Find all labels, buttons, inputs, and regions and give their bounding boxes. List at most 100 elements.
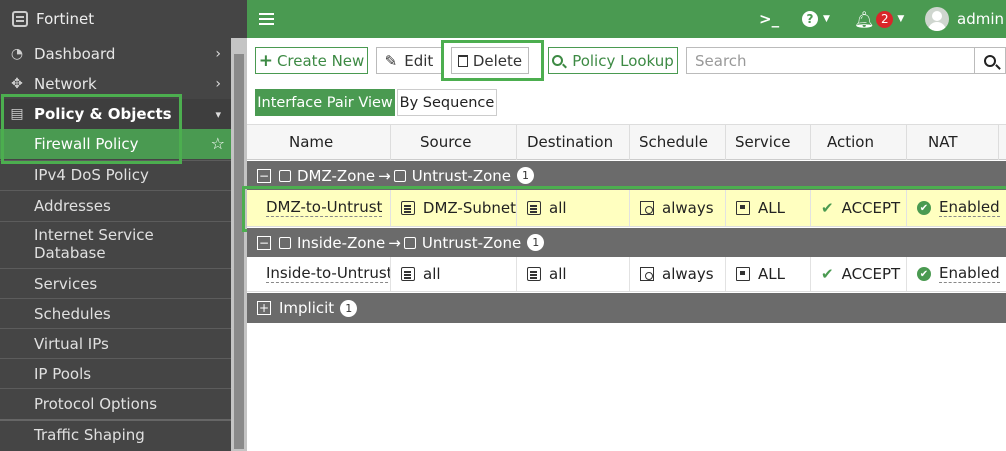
user-menu[interactable]: admin ▼: [925, 0, 1006, 38]
destination-cell[interactable]: all: [517, 257, 630, 291]
divider: [0, 358, 231, 359]
address-icon: [527, 201, 541, 215]
checkmark-icon: ✔: [821, 199, 834, 217]
source-cell[interactable]: all: [391, 257, 517, 291]
pencil-icon: ✎: [384, 51, 398, 70]
sidebar-item-network[interactable]: ✥ Network ›: [0, 70, 231, 98]
address-icon: [401, 267, 415, 281]
group-count-badge: 1: [527, 234, 545, 251]
table-header: Name Source Destination Schedule Service…: [247, 124, 1006, 160]
group-to-zone: Untrust-Zone: [421, 233, 522, 252]
service-value: ALL: [758, 265, 785, 283]
action-cell[interactable]: ✔ ACCEPT: [811, 257, 907, 291]
policy-name-cell[interactable]: DMZ-to-Untrust: [247, 190, 391, 226]
delete-button[interactable]: Delete: [451, 47, 529, 74]
column-header-name[interactable]: Name: [247, 125, 391, 160]
policy-name: Inside-to-Untrust: [266, 264, 391, 283]
column-header-schedule[interactable]: Schedule: [630, 125, 726, 160]
service-cell[interactable]: ALL: [726, 190, 811, 226]
cli-console-icon[interactable]: >_: [759, 0, 779, 38]
group-header-dmz-untrust[interactable]: − DMZ-Zone → Untrust-Zone 1: [247, 161, 1006, 190]
sidebar-item-dashboard[interactable]: ◔ Dashboard ›: [0, 40, 231, 68]
sidebar-subitem-services[interactable]: Services: [0, 271, 231, 297]
policy-name-cell[interactable]: Inside-to-Untrust: [247, 257, 391, 291]
sidebar-subitem-virtual-ips[interactable]: Virtual IPs: [0, 331, 231, 357]
destination-value: all: [549, 199, 567, 217]
group-count-badge: 1: [517, 167, 535, 184]
sidebar: Fortinet ◔ Dashboard › ✥ Network › ▤ Pol…: [0, 0, 247, 451]
source-value: DMZ-Subnet: [422, 199, 516, 217]
search-input[interactable]: [686, 47, 975, 74]
sidebar-item-policy-objects[interactable]: ▤ Policy & Objects ▾: [0, 99, 231, 129]
policy-icon: ▤: [10, 106, 24, 122]
table-row[interactable]: DMZ-to-Untrust DMZ-Subnet all always ALL…: [247, 190, 1006, 227]
policy-lookup-button[interactable]: Policy Lookup: [548, 47, 678, 74]
sidebar-subitem-schedules[interactable]: Schedules: [0, 301, 231, 327]
sidebar-subitem-label: Addresses: [34, 197, 111, 215]
checkmark-icon: ✔: [821, 265, 834, 283]
schedule-icon: [640, 267, 654, 281]
trash-icon: [457, 54, 468, 67]
star-icon[interactable]: ☆: [211, 129, 225, 159]
create-new-button[interactable]: + Create New: [255, 47, 368, 74]
sidebar-subitem-label: Protocol Options: [34, 395, 158, 413]
search-icon: [984, 54, 1001, 70]
service-icon: [736, 267, 750, 281]
destination-cell[interactable]: all: [517, 190, 630, 226]
group-count-badge: 1: [340, 299, 358, 317]
nat-cell[interactable]: ✔ Enabled: [907, 190, 1006, 226]
sidebar-subitem-firewall-policy[interactable]: Firewall Policy ☆: [0, 129, 231, 159]
interface-icon: [279, 236, 291, 249]
sidebar-item-label: Network: [34, 75, 97, 93]
schedule-icon: [640, 201, 654, 215]
service-cell[interactable]: ALL: [726, 257, 811, 291]
scrollbar-thumb[interactable]: [234, 54, 244, 449]
divider: [0, 160, 231, 161]
table-row[interactable]: Inside-to-Untrust all all always ALL ✔ AC…: [247, 257, 1006, 292]
enabled-check-icon: ✔: [917, 267, 931, 281]
column-header-service[interactable]: Service: [726, 125, 811, 160]
column-header-nat[interactable]: NAT: [907, 125, 999, 160]
chevron-down-icon: ▼: [897, 14, 905, 24]
schedule-cell[interactable]: always: [630, 190, 726, 226]
column-header-source[interactable]: Source: [391, 125, 517, 160]
hamburger-menu-icon[interactable]: [259, 0, 274, 38]
group-from-zone: Inside-Zone: [297, 233, 386, 252]
plus-icon: +: [258, 50, 273, 71]
action-cell[interactable]: ✔ ACCEPT: [811, 190, 907, 226]
sidebar-scrollbar[interactable]: [231, 38, 247, 451]
collapse-icon[interactable]: −: [257, 235, 271, 250]
divider: [0, 221, 231, 222]
expand-icon[interactable]: +: [257, 301, 271, 315]
notifications-menu[interactable]: 🔔︎ 2 ▼: [854, 0, 904, 38]
divider: [0, 190, 231, 191]
sidebar-subitem-ip-pools[interactable]: IP Pools: [0, 361, 231, 387]
avatar: [925, 7, 949, 31]
source-cell[interactable]: DMZ-Subnet: [391, 190, 517, 226]
sidebar-item-label: Dashboard: [34, 45, 116, 63]
help-menu[interactable]: ? ▼: [802, 0, 830, 38]
nat-value: Enabled: [939, 198, 1000, 217]
tab-interface-pair-view[interactable]: Interface Pair View: [255, 89, 395, 116]
sidebar-subitem-ipv4-dos-policy[interactable]: IPv4 DoS Policy: [0, 162, 231, 188]
edit-button[interactable]: ✎ Edit: [376, 47, 442, 74]
sidebar-subitem-label: Services: [34, 275, 98, 293]
group-header-inside-untrust[interactable]: − Inside-Zone → Untrust-Zone 1: [247, 228, 1006, 257]
brand-header[interactable]: Fortinet: [0, 0, 247, 38]
sidebar-subitem-label: Database: [34, 244, 106, 262]
divider: [0, 388, 231, 389]
sidebar-subitem-traffic-shaping[interactable]: Traffic Shaping: [0, 422, 231, 448]
sidebar-subitem-addresses[interactable]: Addresses: [0, 193, 231, 219]
tab-by-sequence[interactable]: By Sequence: [397, 89, 497, 116]
group-header-implicit[interactable]: + Implicit 1: [247, 293, 1006, 323]
nat-cell[interactable]: ✔ Enabled: [907, 257, 1006, 291]
schedule-cell[interactable]: always: [630, 257, 726, 291]
search-button[interactable]: [975, 47, 1006, 74]
schedule-value: always: [662, 199, 714, 217]
sidebar-subitem-label: Traffic Shaping: [34, 426, 145, 444]
collapse-icon[interactable]: −: [257, 168, 271, 183]
column-header-destination[interactable]: Destination: [517, 125, 630, 160]
sidebar-subitem-internet-service-database[interactable]: Internet Service Database: [0, 226, 231, 266]
sidebar-subitem-protocol-options[interactable]: Protocol Options: [0, 391, 231, 417]
column-header-action[interactable]: Action: [811, 125, 907, 160]
